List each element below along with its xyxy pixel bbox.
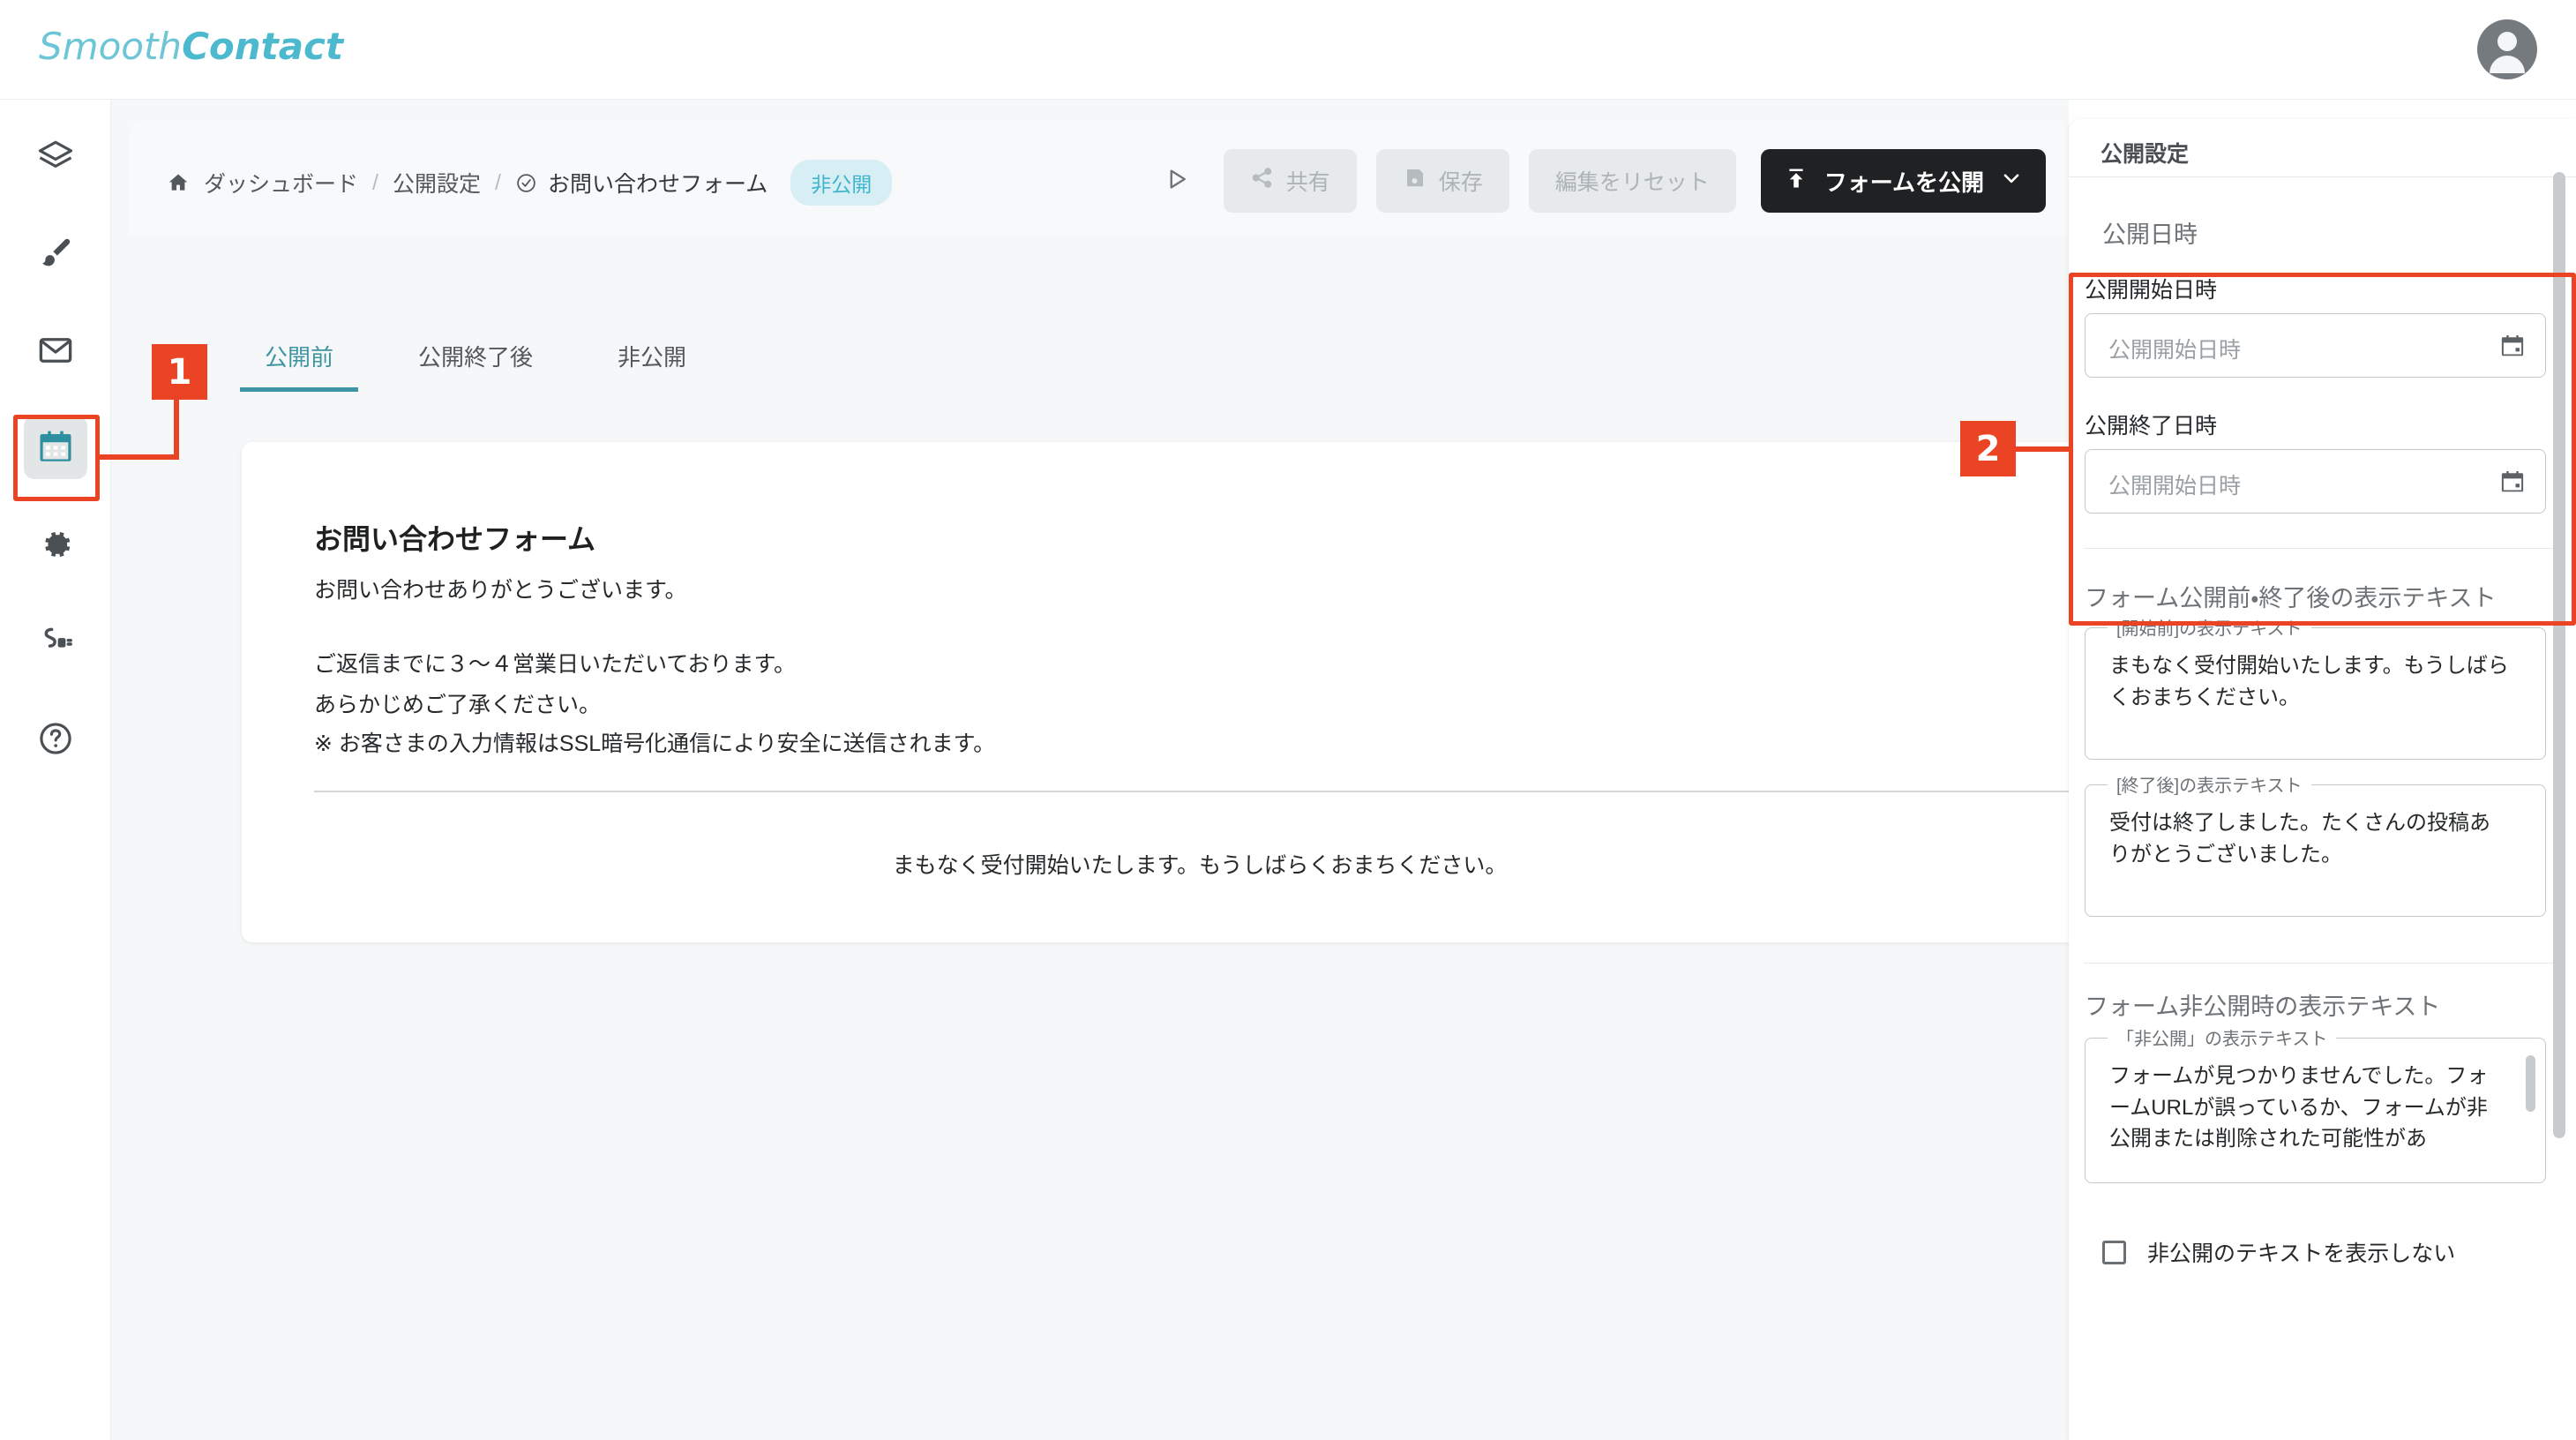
private-text-value: フォームが見つかりませんでした。フォームURLが誤っているか、フォームが非公開ま… xyxy=(2109,1064,2489,1151)
sidebar xyxy=(0,100,111,1440)
before-text-value: まもなく受付開始いたします。もうしばらくおまちください。 xyxy=(2109,654,2509,709)
save-button[interactable]: 保存 xyxy=(1375,149,1509,213)
mail-icon xyxy=(37,332,74,369)
tab-private[interactable]: 非公開 xyxy=(593,340,711,392)
reset-edits-button[interactable]: 編集をリセット xyxy=(1528,149,1736,213)
toolbar: 共有 保存 編集をリセット フォームを公開 xyxy=(1149,149,2046,213)
annotation-number-2: 2 xyxy=(1960,421,2016,476)
avatar-head xyxy=(2497,32,2517,51)
breadcrumb: ダッシュボード / 公開設定 / お問い合わせフォーム 非公開 xyxy=(167,160,893,206)
start-datetime-placeholder: 公開開始日時 xyxy=(2108,338,2242,363)
check-circle-icon xyxy=(515,172,537,194)
start-datetime-label: 公開開始日時 xyxy=(2085,278,2218,303)
panel-divider-2 xyxy=(2084,963,2561,964)
chevron-down-icon[interactable] xyxy=(2000,167,2023,196)
private-text-field[interactable]: 「非公開」の表示テキスト フォームが見つかりませんでした。フォームURLが誤って… xyxy=(2085,1024,2546,1183)
preview-button[interactable] xyxy=(1149,166,1204,197)
help-circle-icon xyxy=(37,720,74,757)
share-label: 共有 xyxy=(1285,170,1330,195)
form-preview-divider xyxy=(314,791,2086,792)
tab-bar: 公開前 公開終了後 非公開 xyxy=(240,340,711,392)
form-preview-center-message: まもなく受付開始いたします。もうしばらくおまちください。 xyxy=(892,853,1508,878)
gear-icon xyxy=(37,526,74,563)
form-preview-line-4: ※ お客さまの入力情報はSSL暗号化通信により安全に送信されます。 xyxy=(314,731,996,756)
plug-icon xyxy=(37,623,74,660)
status-badge: 非公開 xyxy=(790,160,893,206)
form-preview-line-1: お問い合わせありがとうございます。 xyxy=(314,578,687,603)
breadcrumb-dashboard[interactable]: ダッシュボード xyxy=(204,167,358,199)
top-bar: SmoothContact xyxy=(0,0,2576,100)
annotation-line-2-h xyxy=(2009,446,2072,452)
publish-form-button[interactable]: フォームを公開 xyxy=(1760,149,2046,213)
publish-settings-panel: 公開設定 公開日時 公開開始日時 公開開始日時 公開終了日時 公開開始日時 フォ… xyxy=(2069,119,2576,1440)
brush-icon xyxy=(37,235,74,272)
page-header: ダッシュボード / 公開設定 / お問い合わせフォーム 非公開 共有 保存 編集… xyxy=(129,121,2069,236)
sidebar-item-settings[interactable] xyxy=(24,513,87,576)
panel-title: 公開設定 xyxy=(2100,142,2190,167)
publish-label: フォームを公開 xyxy=(1823,169,1984,196)
panel-header: 公開設定 xyxy=(2069,119,2576,177)
after-text-legend: [終了後]の表示テキスト xyxy=(2108,771,2311,797)
start-datetime-input[interactable]: 公開開始日時 xyxy=(2085,313,2546,378)
hide-private-text-label: 非公開のテキストを表示しない xyxy=(2147,1241,2456,1266)
logo-light: Smooth xyxy=(39,25,183,68)
save-label: 保存 xyxy=(1438,170,1483,195)
private-text-legend: 「非公開」の表示テキスト xyxy=(2108,1024,2337,1050)
reset-label: 編集をリセット xyxy=(1554,170,1710,195)
breadcrumb-separator-1: / xyxy=(372,169,378,195)
breadcrumb-settings[interactable]: 公開設定 xyxy=(393,167,481,199)
tab-after-end-label: 公開終了後 xyxy=(418,344,534,371)
save-icon xyxy=(1403,166,1427,196)
sidebar-item-layers[interactable] xyxy=(24,124,87,188)
share-icon xyxy=(1250,166,1274,196)
form-preview-line-2: ご返信までに３〜４営業日いただいております。 xyxy=(314,652,797,677)
hide-private-text-checkbox-row[interactable]: 非公開のテキストを表示しない xyxy=(2102,1236,2455,1268)
panel-scrollbar[interactable] xyxy=(2553,172,2565,1138)
end-datetime-placeholder: 公開開始日時 xyxy=(2108,474,2242,499)
annotation-line-1-h xyxy=(100,454,179,460)
form-preview-title: お問い合わせフォーム xyxy=(314,523,596,555)
section-label-prepost: フォーム公開前・終了後の表示テキスト xyxy=(2085,585,2497,611)
sidebar-item-integrations[interactable] xyxy=(24,610,87,673)
tab-before-publish[interactable]: 公開前 xyxy=(240,340,359,392)
publish-upload-icon xyxy=(1784,166,1808,197)
sidebar-item-publish-settings[interactable] xyxy=(24,416,87,479)
hide-private-text-checkbox[interactable] xyxy=(2102,1240,2126,1264)
before-text-field[interactable]: [開始前]の表示テキスト まもなく受付開始いたします。もうしばらくおまちください… xyxy=(2085,614,2546,760)
end-datetime-input[interactable]: 公開開始日時 xyxy=(2085,449,2546,514)
before-text-legend: [開始前]の表示テキスト xyxy=(2108,614,2311,640)
tab-after-end[interactable]: 公開終了後 xyxy=(393,340,558,392)
after-text-value: 受付は終了しました。たくさんの投稿ありがとうございました。 xyxy=(2109,811,2490,866)
sidebar-item-help[interactable] xyxy=(24,707,87,770)
calendar-icon[interactable] xyxy=(2499,333,2526,364)
form-preview-card: お問い合わせフォーム お問い合わせありがとうございます。 ご返信までに３〜４営業… xyxy=(242,442,2158,942)
play-icon xyxy=(1164,166,1190,197)
after-text-field[interactable]: [終了後]の表示テキスト 受付は終了しました。たくさんの投稿ありがとうございまし… xyxy=(2085,771,2546,917)
breadcrumb-separator-2: / xyxy=(494,169,501,195)
avatar[interactable] xyxy=(2477,19,2537,79)
section-label-private: フォーム非公開時の表示テキスト xyxy=(2085,994,2441,1020)
share-button[interactable]: 共有 xyxy=(1223,149,1357,213)
tab-private-label: 非公開 xyxy=(618,344,687,371)
logo-bold: Contact xyxy=(182,25,344,68)
tab-before-publish-label: 公開前 xyxy=(265,344,334,371)
breadcrumb-current: お問い合わせフォーム xyxy=(547,172,768,197)
calendar-icon[interactable] xyxy=(2499,469,2526,499)
sidebar-item-design[interactable] xyxy=(24,221,87,285)
layers-icon xyxy=(37,138,74,175)
form-preview-line-3: あらかじめご了承ください。 xyxy=(314,693,602,717)
annotation-number-1: 1 xyxy=(152,344,207,400)
work-area: ダッシュボード / 公開設定 / お問い合わせフォーム 非公開 共有 保存 編集… xyxy=(111,100,2158,1440)
app-logo[interactable]: SmoothContact xyxy=(39,25,343,68)
end-datetime-label: 公開終了日時 xyxy=(2085,414,2218,439)
sidebar-item-mail[interactable] xyxy=(24,319,87,382)
private-text-scrollbar[interactable] xyxy=(2526,1055,2535,1112)
home-icon[interactable] xyxy=(167,171,190,194)
section-label-datetime: 公開日時 xyxy=(2102,221,2198,248)
panel-divider-1 xyxy=(2084,548,2561,549)
avatar-body xyxy=(2490,56,2525,73)
calendar-icon xyxy=(37,429,74,466)
